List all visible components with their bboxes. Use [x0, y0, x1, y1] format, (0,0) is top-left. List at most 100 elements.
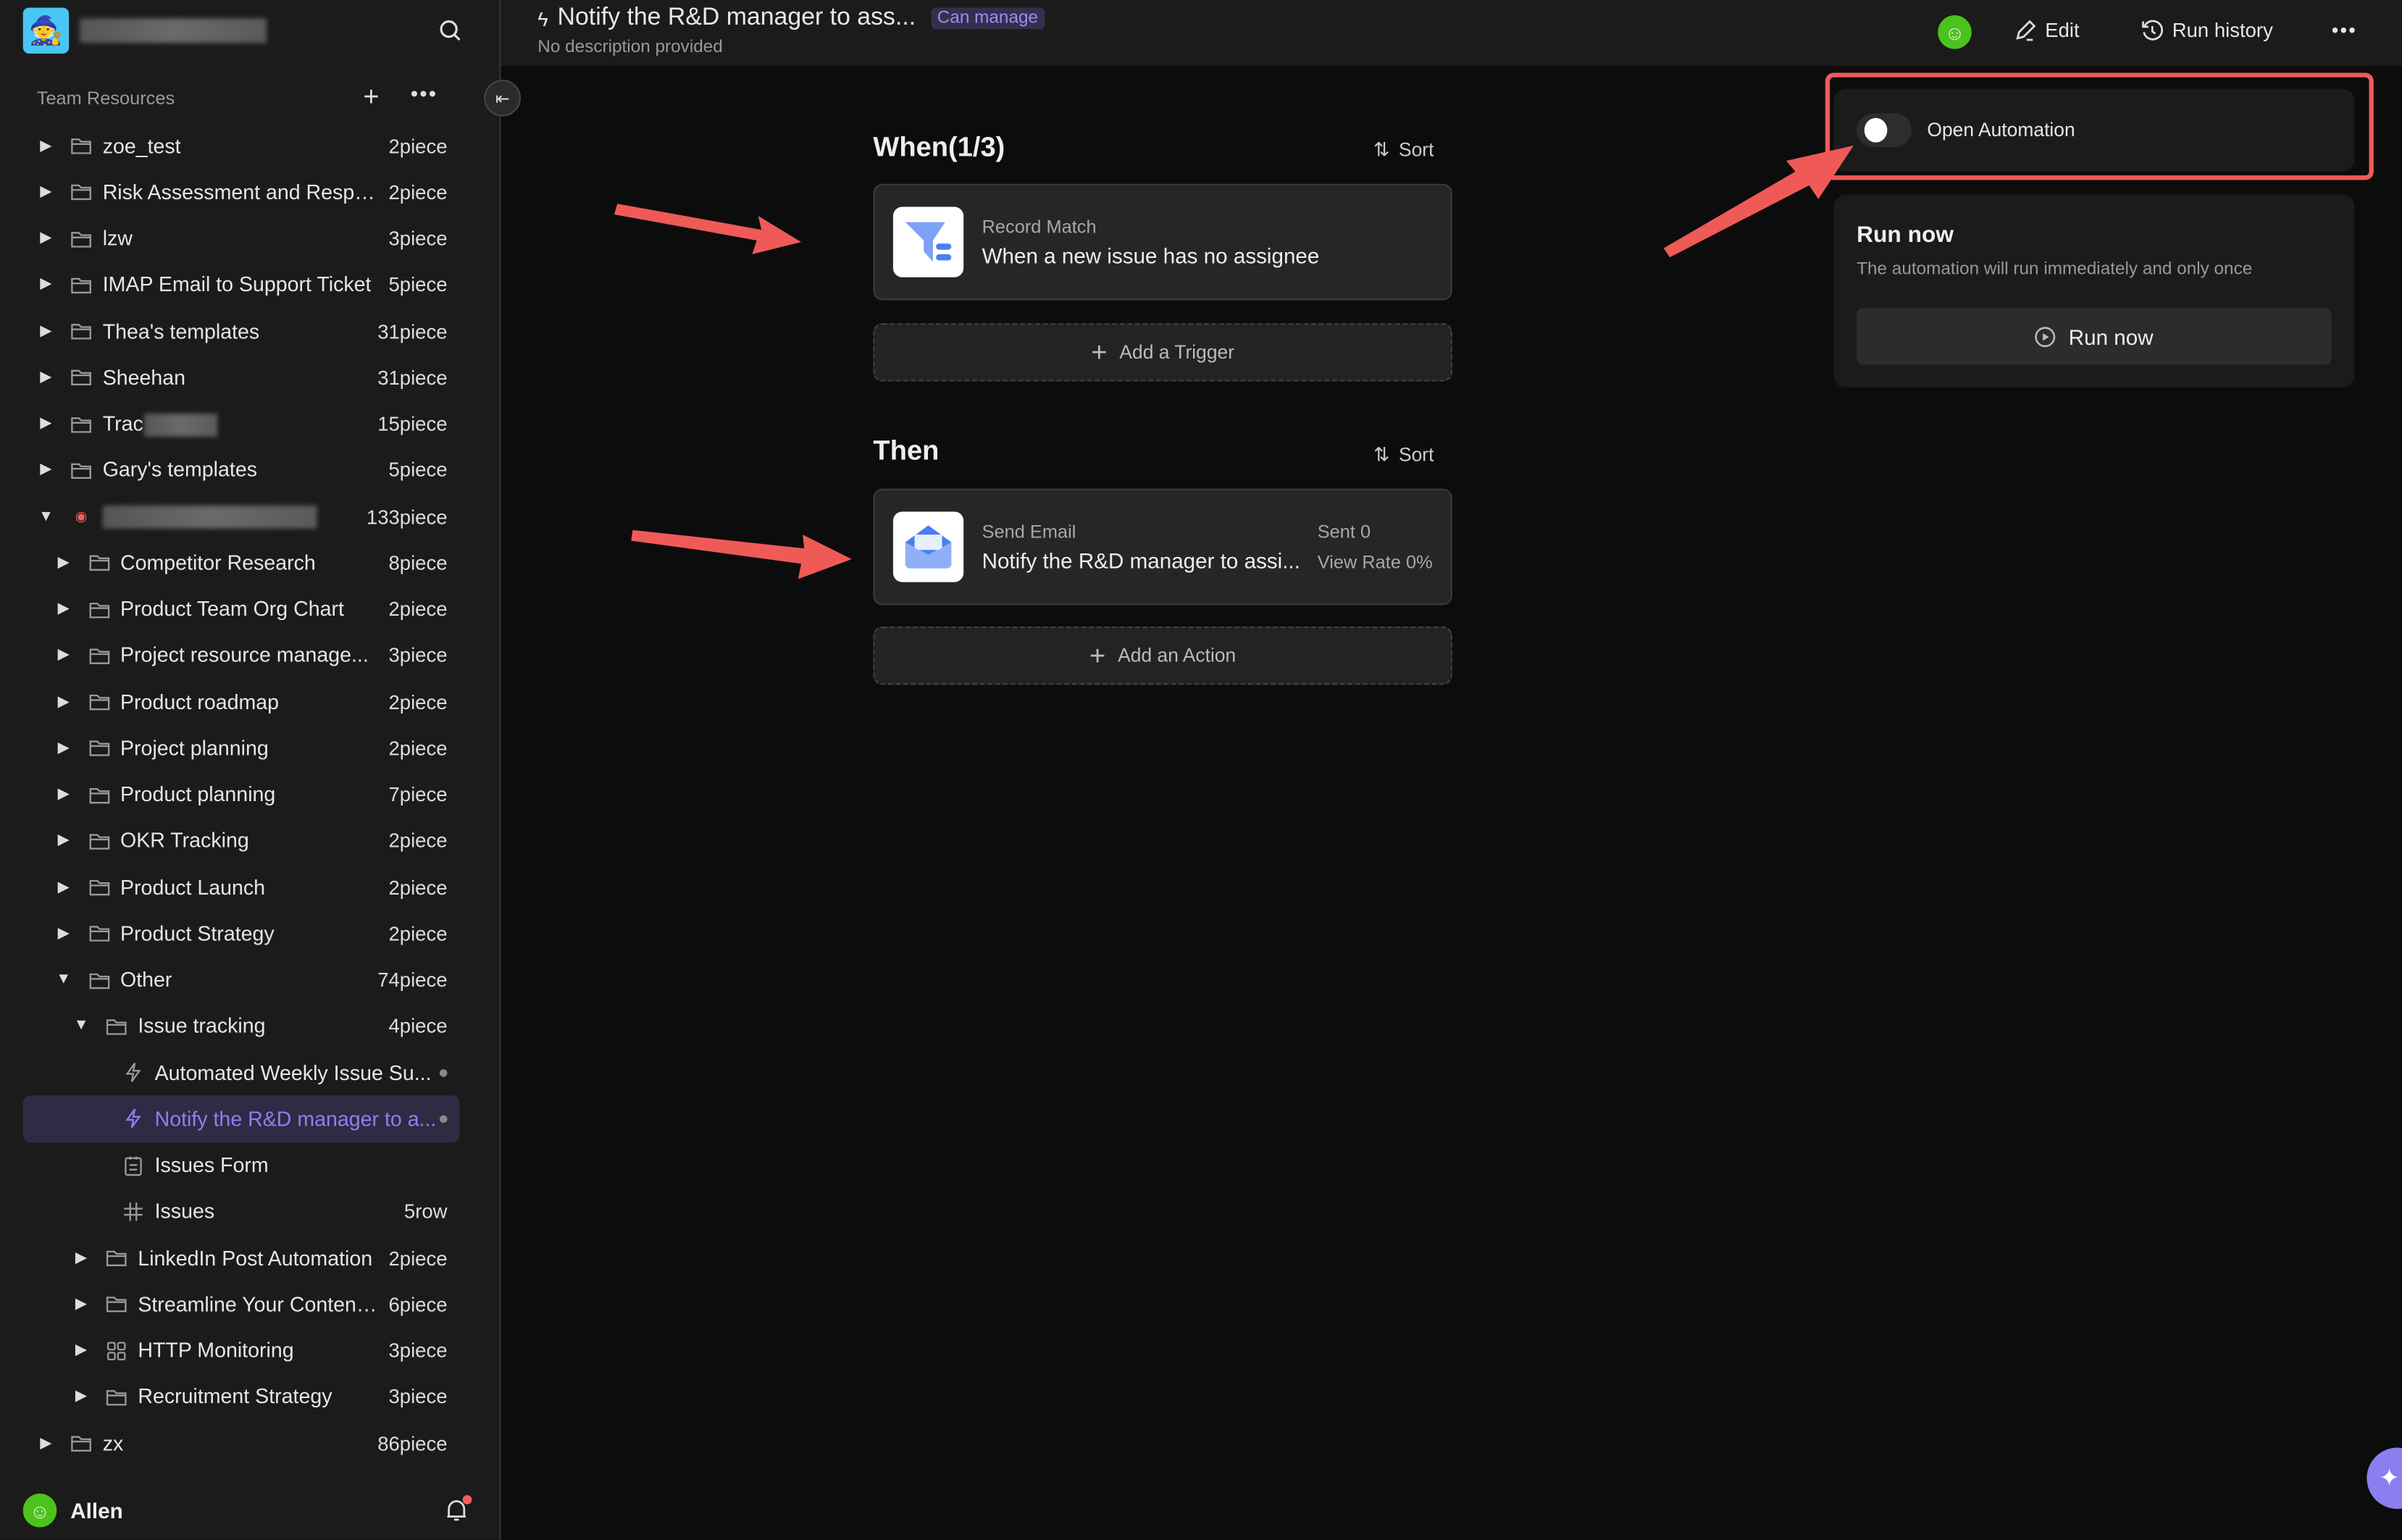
- folder-icon: [88, 830, 110, 852]
- sort-label: Sort: [1398, 138, 1434, 160]
- caret-right-icon[interactable]: ▶: [56, 786, 71, 803]
- tree-item-label: Risk Assessment and Respo...: [102, 180, 379, 204]
- resource-tree: ▶ zoe_test 2piece ▶ Risk Assessment and Resp…: [22, 122, 460, 1466]
- dashboard-grid-icon: [106, 1340, 127, 1362]
- tree-item[interactable]: ▶ Risk Assessment and Respo... 2piece: [23, 169, 460, 215]
- sent-count: Sent 0: [1317, 521, 1371, 543]
- tree-item[interactable]: ▶ Recruitment Strategy 3piece: [23, 1373, 460, 1420]
- caret-right-icon[interactable]: ▶: [38, 276, 54, 293]
- run-now-description: The automation will run immediately and …: [1857, 260, 2253, 279]
- trigger-card[interactable]: Record Match When a new issue has no ass…: [873, 183, 1452, 301]
- tree-item[interactable]: ▶ Project planning 2piece: [23, 725, 460, 771]
- caret-right-icon[interactable]: ▶: [56, 554, 71, 571]
- caret-right-icon[interactable]: ▶: [56, 879, 71, 895]
- caret-right-icon[interactable]: ▶: [74, 1342, 89, 1359]
- tree-item[interactable]: ▶ zx 86piece: [23, 1420, 460, 1466]
- tree-item[interactable]: Notify the R&D manager to a...: [22, 1095, 460, 1142]
- item-count: 133piece: [366, 505, 448, 528]
- caret-right-icon[interactable]: ▶: [38, 322, 54, 339]
- bolt-icon: ϟ: [537, 7, 548, 30]
- caret-right-icon[interactable]: ▶: [56, 693, 71, 710]
- then-sort-button[interactable]: ⇅ Sort: [1373, 443, 1434, 466]
- tree-item[interactable]: Issues 5row: [23, 1189, 460, 1235]
- caret-right-icon[interactable]: ▶: [74, 1250, 89, 1266]
- item-count: 2piece: [388, 875, 448, 899]
- run-now-button[interactable]: Run now: [1857, 308, 2332, 365]
- caret-right-icon[interactable]: ▶: [74, 1389, 89, 1405]
- item-count: 2piece: [388, 829, 448, 853]
- tree-item[interactable]: ▶ lzw 3piece: [23, 215, 460, 261]
- page-description[interactable]: No description provided: [537, 38, 723, 57]
- caret-right-icon[interactable]: ▶: [38, 230, 54, 246]
- tree-item[interactable]: ▶ Streamline Your Content... 6piece: [23, 1281, 460, 1328]
- run-history-button[interactable]: Run history: [2141, 18, 2273, 41]
- more-options-icon[interactable]: •••: [2332, 18, 2357, 41]
- tree-item[interactable]: ▶ Product Strategy 2piece: [23, 911, 460, 957]
- tree-item-label: Product Strategy: [120, 921, 275, 945]
- tree-item[interactable]: ▶ Trac 15piece: [23, 401, 460, 447]
- tree-item[interactable]: ▶ zoe_test 2piece: [23, 122, 460, 169]
- tree-item[interactable]: ▶ IMAP Email to Support Ticket 5piece: [23, 261, 460, 308]
- tree-item[interactable]: ▶ Gary's templates 5piece: [23, 447, 460, 493]
- more-icon[interactable]: •••: [411, 81, 438, 106]
- tree-item[interactable]: ▶ Competitor Research 8piece: [23, 540, 460, 586]
- ai-assistant-button[interactable]: ✦: [2367, 1447, 2402, 1510]
- caret-right-icon[interactable]: ▶: [38, 415, 54, 432]
- item-count: 74piece: [377, 968, 448, 992]
- tree-item[interactable]: Automated Weekly Issue Su...: [23, 1050, 460, 1096]
- tree-item[interactable]: ▶ LinkedIn Post Automation 2piece: [23, 1235, 460, 1281]
- when-section-header: When(1/3) ⇅ Sort: [873, 132, 1452, 164]
- tree-item[interactable]: ▶ Product Launch 2piece: [23, 864, 460, 911]
- tree-item[interactable]: ▶ Product Team Org Chart 2piece: [23, 586, 460, 632]
- workspace-logo[interactable]: 🧙: [22, 7, 70, 54]
- caret-down-icon[interactable]: ▼: [74, 1018, 89, 1034]
- caret-down-icon[interactable]: ▼: [38, 508, 54, 524]
- add-icon[interactable]: +: [363, 81, 379, 112]
- action-card[interactable]: Send Email Notify the R&D manager to ass…: [873, 488, 1452, 606]
- tree-item[interactable]: Issues Form: [23, 1142, 460, 1189]
- email-icon: [892, 511, 964, 582]
- status-dot: [439, 1115, 448, 1123]
- tree-item[interactable]: ▶ Product planning 7piece: [23, 771, 460, 818]
- tree-item[interactable]: ▶ OKR Tracking 2piece: [23, 818, 460, 864]
- caret-right-icon[interactable]: ▶: [56, 647, 71, 664]
- caret-right-icon[interactable]: ▶: [56, 925, 71, 942]
- item-count: 15piece: [377, 412, 448, 435]
- user-profile[interactable]: ☺ Allen: [22, 1493, 123, 1528]
- tree-item[interactable]: ▼ Issue tracking 4piece: [23, 1003, 460, 1050]
- caret-down-icon[interactable]: ▼: [56, 971, 71, 988]
- page-title: Notify the R&D manager to ass...: [557, 4, 916, 31]
- folder-icon: [88, 876, 110, 898]
- folder-icon: [70, 274, 92, 296]
- caret-right-icon[interactable]: ▶: [56, 600, 71, 617]
- trigger-type: Record Match: [982, 216, 1097, 238]
- caret-right-icon[interactable]: ▶: [56, 740, 71, 756]
- action-description: Notify the R&D manager to assi...: [982, 548, 1300, 573]
- folder-icon: [88, 923, 110, 945]
- caret-right-icon[interactable]: ▶: [74, 1296, 89, 1313]
- then-title: Then: [873, 435, 940, 466]
- caret-right-icon[interactable]: ▶: [38, 184, 54, 201]
- add-action-button[interactable]: + Add an Action: [873, 626, 1452, 685]
- caret-right-icon[interactable]: ▶: [38, 1435, 54, 1452]
- tree-item[interactable]: ▶ HTTP Monitoring 3piece: [23, 1327, 460, 1373]
- caret-right-icon[interactable]: ▶: [38, 369, 54, 385]
- tree-item[interactable]: ▶ Product roadmap 2piece: [23, 679, 460, 725]
- open-automation-toggle[interactable]: [1857, 113, 1912, 148]
- tree-item[interactable]: ▼ Other 74piece: [23, 957, 460, 1003]
- tree-item[interactable]: ▶ Thea's templates 31piece: [23, 308, 460, 354]
- tree-item[interactable]: ▶ Project resource manage... 3piece: [23, 632, 460, 679]
- add-trigger-button[interactable]: + Add a Trigger: [873, 323, 1452, 382]
- collapse-sidebar-button[interactable]: ⇤: [484, 79, 522, 117]
- when-sort-button[interactable]: ⇅ Sort: [1373, 138, 1434, 161]
- edit-button[interactable]: Edit: [2014, 18, 2080, 41]
- tree-item-label: Notify the R&D manager to a...: [154, 1107, 437, 1131]
- search-icon[interactable]: [438, 18, 463, 43]
- tree-item[interactable]: ▼ ◉ 133piece: [23, 493, 460, 540]
- caret-right-icon[interactable]: ▶: [38, 461, 54, 478]
- tree-item[interactable]: ▶ Sheehan 31piece: [23, 354, 460, 401]
- caret-right-icon[interactable]: ▶: [38, 138, 54, 154]
- notification-bell-icon[interactable]: [445, 1495, 472, 1530]
- collaborator-avatar[interactable]: ☺: [1938, 15, 1972, 49]
- caret-right-icon[interactable]: ▶: [56, 832, 71, 849]
